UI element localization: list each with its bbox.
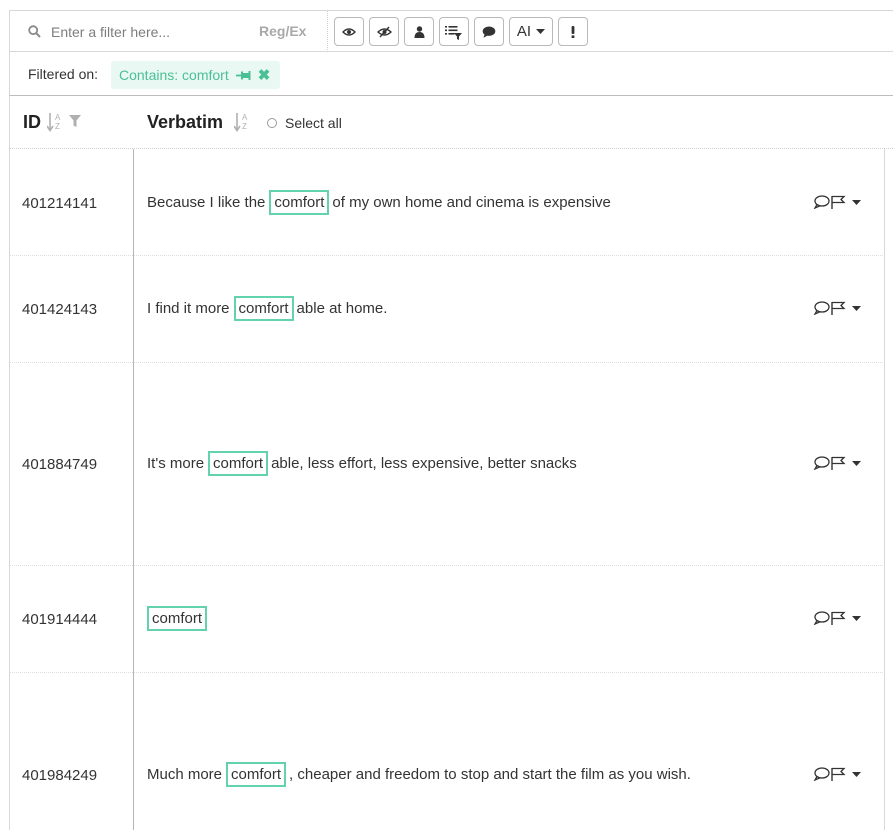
verbatim-after: able, less effort, less expensive, bette…	[271, 455, 577, 472]
row-actions	[813, 456, 861, 470]
chevron-down-icon[interactable]	[852, 615, 861, 621]
sort-az-icon[interactable]: A Z	[234, 112, 252, 132]
close-icon[interactable]: ✖	[258, 66, 271, 84]
comment-button[interactable]	[474, 17, 504, 46]
regex-toggle[interactable]: Reg/Ex	[259, 23, 306, 39]
row-id: 401914444	[22, 611, 98, 628]
verbatim-text: Much more comfort , cheaper and freedom …	[147, 762, 691, 787]
svg-text:Z: Z	[55, 122, 60, 131]
search-input[interactable]	[51, 21, 251, 43]
match-highlight: comfort	[226, 762, 287, 787]
select-all-radio[interactable]	[267, 118, 277, 128]
filter-chip[interactable]: Contains: comfort ✖	[111, 61, 281, 89]
row-actions	[813, 611, 861, 625]
verbatim-before: I find it more	[147, 300, 230, 317]
chevron-down-icon[interactable]	[852, 771, 861, 777]
id-column-header[interactable]: ID	[23, 112, 41, 133]
row-id: 401984249	[22, 767, 98, 784]
comment-icon	[482, 26, 496, 38]
comment-icon[interactable]	[813, 767, 830, 781]
verbatim-column-header[interactable]: Verbatim	[147, 112, 223, 133]
flag-icon[interactable]	[830, 456, 846, 470]
table-row: 401984249 Much more comfort , cheaper an…	[10, 673, 885, 830]
flag-icon[interactable]	[830, 301, 846, 315]
filter-label: Filtered on:	[28, 66, 99, 82]
filter-bar: Filtered on: Contains: comfort ✖	[9, 52, 893, 96]
comment-icon[interactable]	[813, 301, 830, 315]
ai-dropdown[interactable]: AI	[509, 17, 553, 46]
verbatim-text: I find it more comfort able at home.	[147, 296, 387, 321]
verbatim-text: Because I like the comfort of my own hom…	[147, 190, 611, 215]
verbatim-before: Because I like the	[147, 194, 266, 211]
user-icon	[414, 25, 424, 38]
toolbar: Reg/Ex AI	[9, 10, 893, 52]
comment-icon[interactable]	[813, 611, 830, 625]
flag-icon[interactable]	[830, 195, 846, 209]
table-row: 401424143 I find it more comfort able at…	[10, 256, 885, 363]
eye-icon	[342, 27, 356, 36]
verbatim-text: It's more comfort able, less effort, les…	[147, 451, 577, 476]
verbatim-after: able at home.	[296, 300, 388, 317]
eye-slash-icon	[376, 26, 392, 37]
alert-button[interactable]	[558, 17, 588, 46]
verbatim-text: comfort	[147, 606, 210, 631]
verbatim-before: Much more	[147, 766, 223, 783]
match-highlight: comfort	[233, 296, 294, 321]
row-actions	[813, 767, 861, 781]
filter-chip-label: Contains: comfort	[119, 67, 229, 83]
match-highlight: comfort	[269, 190, 330, 215]
user-button[interactable]	[404, 17, 434, 46]
svg-text:Z: Z	[242, 122, 247, 131]
row-actions	[813, 195, 861, 209]
row-id: 401214141	[22, 195, 98, 212]
list-filter-button[interactable]	[439, 17, 469, 46]
ai-label: AI	[516, 23, 532, 40]
search-box: Reg/Ex	[10, 11, 328, 52]
select-all-label: Select all	[285, 115, 342, 131]
table-row: 401914444 comfort	[10, 566, 885, 673]
select-all[interactable]: Select all	[267, 115, 342, 131]
chevron-down-icon[interactable]	[852, 305, 861, 311]
verbatim-after: of my own home and cinema is expensive	[332, 194, 611, 211]
list-filter-icon	[445, 25, 462, 40]
verbatim-after: , cheaper and freedom to stop and start …	[289, 766, 691, 783]
flag-icon[interactable]	[830, 611, 846, 625]
match-highlight: comfort	[208, 451, 269, 476]
row-id: 401884749	[22, 456, 98, 473]
chevron-down-icon	[536, 29, 546, 34]
svg-text:A: A	[55, 113, 61, 122]
comment-icon[interactable]	[813, 195, 830, 209]
chevron-down-icon[interactable]	[852, 460, 861, 466]
comment-icon[interactable]	[813, 456, 830, 470]
pin-icon[interactable]	[235, 70, 251, 81]
filter-icon[interactable]	[69, 115, 81, 128]
chevron-down-icon[interactable]	[852, 199, 861, 205]
hide-button[interactable]	[369, 17, 399, 46]
table-header: ID A Z Verbatim A Z Select all	[9, 96, 893, 149]
sort-az-icon[interactable]: A Z	[47, 112, 65, 132]
row-actions	[813, 301, 861, 315]
match-highlight: comfort	[147, 606, 208, 631]
table-row: 401214141 Because I like the comfort of …	[10, 149, 885, 256]
row-id: 401424143	[22, 301, 98, 318]
verbatim-before: It's more	[147, 455, 205, 472]
table-row: 401884749 It's more comfort able, less e…	[10, 363, 885, 566]
verbatim-table: 401214141 Because I like the comfort of …	[9, 149, 885, 830]
exclamation-icon	[571, 25, 575, 38]
svg-text:A: A	[242, 113, 248, 122]
search-icon	[28, 25, 41, 38]
flag-icon[interactable]	[830, 767, 846, 781]
show-button[interactable]	[334, 17, 364, 46]
